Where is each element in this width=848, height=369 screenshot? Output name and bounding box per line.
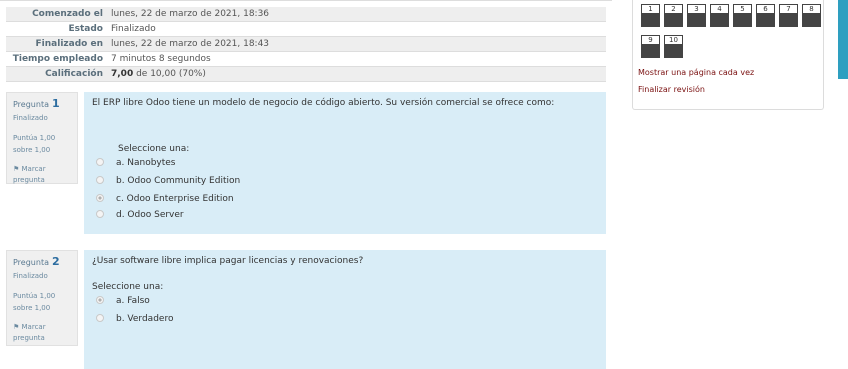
nav-status-fill	[757, 13, 774, 26]
quiz-navigation: 1 2 3 4 5 6 7 8 9 10 Mostrar una página …	[632, 0, 824, 110]
nav-status-fill	[642, 13, 659, 26]
answer-option[interactable]: d. Odoo Server	[96, 210, 184, 220]
nav-status-fill	[688, 13, 705, 26]
answer-option[interactable]: b. Verdadero	[96, 314, 173, 324]
nav-question-4[interactable]: 4	[710, 4, 729, 27]
answer-option[interactable]: a. Nanobytes	[96, 158, 176, 168]
nav-status-fill	[642, 44, 659, 57]
summary-label: Calificación	[6, 66, 107, 82]
show-one-page-link[interactable]: Mostrar una página cada vez	[638, 68, 754, 77]
radio-icon[interactable]	[96, 210, 104, 218]
summary-label: Comenzado el	[6, 7, 107, 22]
option-label: b. Verdadero	[116, 314, 174, 324]
nav-question-5[interactable]: 5	[733, 4, 752, 27]
question-1-info: Pregunta 1 Finalizado Puntúa 1,00 sobre 1,…	[6, 92, 78, 184]
option-label: b. Odoo Community Edition	[116, 176, 241, 186]
question-2-content: ¿Usar software libre implica pagar licen…	[84, 250, 606, 369]
flag-question-link[interactable]: ⚑ Marcar pregunta	[13, 322, 71, 344]
nav-question-3[interactable]: 3	[687, 4, 706, 27]
nav-status-fill	[711, 13, 728, 26]
answer-option[interactable]: b. Odoo Community Edition	[96, 176, 240, 186]
summary-value: lunes, 22 de marzo de 2021, 18:43	[107, 36, 606, 52]
question-state: Finalizado	[13, 114, 48, 122]
top-divider	[0, 0, 612, 1]
question-label: Pregunta	[13, 258, 49, 267]
answer-option[interactable]: c. Odoo Enterprise Edition	[96, 194, 234, 204]
radio-icon[interactable]	[96, 176, 104, 184]
summary-row-grade: Calificación 7,00 de 10,00 (70%)	[6, 66, 606, 82]
summary-value: lunes, 22 de marzo de 2021, 18:36	[107, 7, 606, 22]
summary-row-finished: Finalizado en lunes, 22 de marzo de 2021…	[6, 36, 606, 52]
nav-question-9[interactable]: 9	[641, 35, 660, 58]
answer-option[interactable]: a. Falso	[96, 296, 150, 306]
summary-value: 7,00 de 10,00 (70%)	[107, 66, 606, 82]
radio-icon[interactable]	[96, 296, 104, 304]
page-scrollbar[interactable]	[838, 0, 848, 79]
score-line: Puntúa 1,00	[13, 134, 56, 142]
nav-status-fill	[665, 13, 682, 26]
question-score: Puntúa 1,00 sobre 1,00	[13, 132, 71, 156]
summary-row-time: Tiempo empleado 7 minutos 8 segundos	[6, 51, 606, 67]
nav-question-6[interactable]: 6	[756, 4, 775, 27]
nav-status-fill	[734, 13, 751, 26]
question-score: Puntúa 1,00 sobre 1,00	[13, 290, 71, 314]
radio-icon[interactable]	[96, 314, 104, 322]
summary-label: Tiempo empleado	[6, 51, 107, 67]
question-number: Pregunta 2	[13, 255, 71, 268]
summary-label: Estado	[6, 21, 107, 37]
question-num: 1	[51, 97, 60, 110]
score-line: sobre 1,00	[13, 304, 51, 312]
flag-icon: ⚑	[13, 323, 20, 331]
nav-question-7[interactable]: 7	[779, 4, 798, 27]
question-state: Finalizado	[13, 272, 48, 280]
summary-row-state: Estado Finalizado	[6, 21, 606, 37]
flag-label: Marcar	[21, 323, 46, 331]
answer-prompt: Seleccione una:	[118, 144, 190, 154]
question-number: Pregunta 1	[13, 97, 71, 110]
summary-value: 7 minutos 8 segundos	[107, 51, 606, 67]
nav-question-1[interactable]: 1	[641, 4, 660, 27]
score-line: Puntúa 1,00	[13, 292, 56, 300]
grade-value: 7,00	[111, 69, 134, 79]
summary-label: Finalizado en	[6, 36, 107, 52]
nav-question-10[interactable]: 10	[664, 35, 683, 58]
grade-rest: de 10,00 (70%)	[136, 69, 206, 79]
radio-icon[interactable]	[96, 158, 104, 166]
nav-status-fill	[803, 13, 820, 26]
question-2-info: Pregunta 2 Finalizado Puntúa 1,00 sobre 1,…	[6, 250, 78, 346]
nav-status-fill	[665, 44, 682, 57]
option-label: a. Nanobytes	[116, 158, 176, 168]
flag-label: Marcar	[21, 165, 46, 173]
flag-question-link[interactable]: ⚑ Marcar pregunta	[13, 164, 71, 186]
option-label: d. Odoo Server	[116, 210, 184, 220]
score-line: sobre 1,00	[13, 146, 51, 154]
answer-prompt: Seleccione una:	[92, 282, 164, 292]
flag-label: pregunta	[13, 176, 45, 184]
radio-icon[interactable]	[96, 194, 104, 202]
nav-status-fill	[780, 13, 797, 26]
nav-question-8[interactable]: 8	[802, 4, 821, 27]
flag-label: pregunta	[13, 334, 45, 342]
question-num: 2	[51, 255, 60, 268]
option-label: a. Falso	[116, 296, 150, 306]
question-label: Pregunta	[13, 100, 49, 109]
summary-value: Finalizado	[107, 21, 606, 37]
attempt-summary: Comenzado el lunes, 22 de marzo de 2021,…	[6, 7, 606, 82]
finish-review-link[interactable]: Finalizar revisión	[638, 85, 705, 94]
nav-question-2[interactable]: 2	[664, 4, 683, 27]
question-text: ¿Usar software libre implica pagar licen…	[92, 256, 364, 266]
option-label: c. Odoo Enterprise Edition	[116, 194, 234, 204]
question-text: El ERP libre Odoo tiene un modelo de neg…	[92, 98, 555, 108]
flag-icon: ⚑	[13, 165, 20, 173]
summary-row-started: Comenzado el lunes, 22 de marzo de 2021,…	[6, 7, 606, 22]
question-1-content: El ERP libre Odoo tiene un modelo de neg…	[84, 92, 606, 234]
